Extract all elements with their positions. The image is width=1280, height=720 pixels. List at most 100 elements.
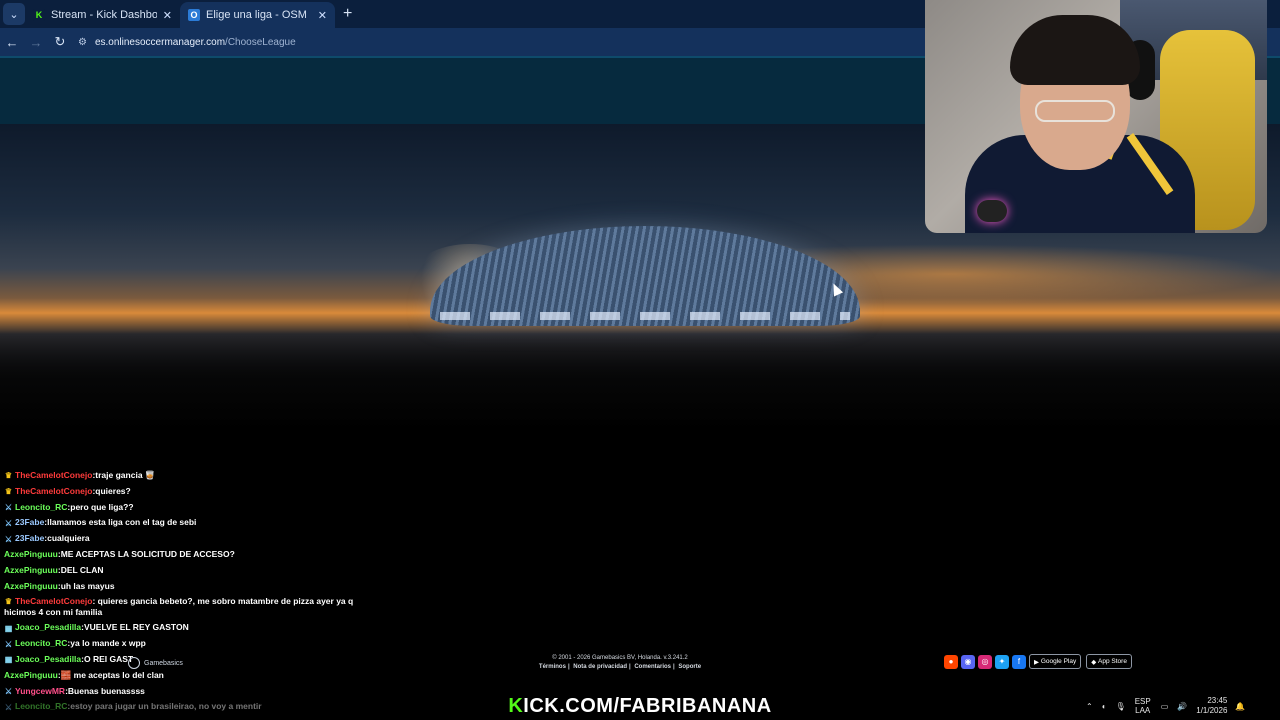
- tab-close-icon[interactable]: ✕: [318, 9, 327, 22]
- tab-title: Elige una liga - OSM: [206, 9, 307, 21]
- chat-message: ♛ TheCamelotConejo: quieres gancia bebeto…: [0, 594, 360, 620]
- kick-channel-text: KICK.COM/FABRIBANANA: [508, 695, 771, 718]
- clock-date: 1/1/2026: [1196, 706, 1228, 715]
- crown-icon: ♛: [4, 487, 13, 497]
- chat-message: ⚔ 23Fabe: llamamos esta liga con el tag d…: [0, 515, 360, 531]
- sword-icon: ⚔: [4, 502, 13, 512]
- notifications-icon[interactable]: 🔔: [1235, 702, 1245, 711]
- apple-icon: ◆: [1091, 658, 1099, 666]
- footer-copyright: © 2001 - 2026 Gamebasics BV, Holanda. v.…: [552, 655, 688, 661]
- sword-icon: ⚔: [4, 518, 13, 528]
- sword-icon: ⚔: [4, 702, 13, 712]
- footer-link-support[interactable]: Soporte: [678, 664, 701, 670]
- chat-message: ♛ TheCamelotConejo: traje gancia 🥃: [0, 468, 360, 484]
- clock[interactable]: 23:45 1/1/2026: [1196, 696, 1227, 716]
- url-field[interactable]: ⚙ es.onlinesoccermanager.com /ChooseLeag…: [78, 31, 296, 53]
- twitter-icon[interactable]: ✦: [995, 654, 1009, 669]
- tab-osm[interactable]: O Elige una liga - OSM ✕: [180, 2, 335, 28]
- app-tray-icon[interactable]: ◐: [1102, 702, 1107, 711]
- new-tab-icon[interactable]: +: [343, 5, 352, 23]
- footer-links: Términos | Nota de privacidad | Comentario…: [538, 664, 702, 670]
- facebook-icon[interactable]: f: [1012, 654, 1026, 669]
- chat-message-text: O REI GAST: [84, 653, 134, 664]
- back-arrow-icon[interactable]: ←: [0, 35, 24, 50]
- chat-message-text: cualquiera: [47, 533, 90, 544]
- tab-search-chevron-icon[interactable]: ⌄: [3, 3, 25, 25]
- chat-username[interactable]: TheCamelotConejo: [15, 468, 92, 484]
- chat-username[interactable]: TheCamelotConejo: [15, 484, 92, 500]
- footer-link-feedback[interactable]: Comentarios: [634, 664, 671, 670]
- footer-link-privacy[interactable]: Nota de privacidad: [573, 664, 627, 670]
- google-play-badge[interactable]: ▶ Google Play: [1029, 654, 1082, 669]
- chat-message-text: ME ACEPTAS LA SOLICITUD DE ACCESO?: [60, 548, 235, 559]
- app-store-label: App Store: [1098, 658, 1127, 665]
- sword-icon: ⚔: [4, 639, 13, 649]
- sword-icon: ⚔: [4, 686, 13, 696]
- tab-title: Stream - Kick Dashboard: [51, 9, 157, 21]
- chat-username[interactable]: AzxePinguuu: [4, 579, 58, 595]
- webcam-overlay: [925, 0, 1267, 233]
- system-tray: ⌃ ◐ 🎙 ESP LAA ▭ 🔊 23:45 1/1/2026 🔔: [1086, 692, 1280, 720]
- instagram-icon[interactable]: ◎: [978, 654, 992, 669]
- reddit-icon[interactable]: ●: [944, 654, 958, 669]
- volume-icon[interactable]: 🔊: [1177, 702, 1187, 711]
- chat-username[interactable]: TheCamelotConejo: [15, 596, 92, 606]
- footer-link-terms[interactable]: Términos: [539, 664, 566, 670]
- chat-username[interactable]: AzxePinguuu: [4, 547, 58, 563]
- chat-message-text: ya lo mande x wpp: [70, 638, 146, 649]
- osm-favicon-icon: O: [188, 9, 200, 21]
- chat-username[interactable]: YungcewMR: [15, 684, 65, 700]
- chat-message-text: VUELVE EL REY GASTON: [84, 622, 189, 633]
- social-links: ● ◉ ◎ ✦ f ▶ Google Play ◆ App Store: [944, 654, 1137, 669]
- stream-chat-overlay: ♛ TheCamelotConejo: traje gancia 🥃 ♛ TheCam…: [0, 468, 360, 715]
- chat-message: ⚔ Leoncito_RC: ya lo mande x wpp: [0, 636, 360, 652]
- forward-arrow-icon[interactable]: →: [24, 35, 48, 50]
- app-store-badge[interactable]: ◆ App Store: [1086, 654, 1132, 669]
- kick-url-rest: ICK.COM/FABRIBANANA: [523, 694, 772, 717]
- tab-kick-dashboard[interactable]: K Stream - Kick Dashboard ✕: [25, 2, 180, 28]
- chat-message: AzxePinguuu: uh las mayus: [0, 579, 360, 595]
- chat-username[interactable]: Leoncito_RC: [15, 699, 67, 715]
- crown-icon: ♛: [4, 597, 13, 607]
- chat-message: ⚔ YungcewMR: Buenas buenassss: [0, 684, 360, 700]
- chat-message-text: uh las mayus: [60, 580, 115, 591]
- chat-message: ⚔ Leoncito_RC: estoy para jugar un brasil…: [0, 699, 360, 715]
- gamebasics-mark-icon: [128, 657, 140, 669]
- chat-message: AzxePinguuu: ME ACEPTAS LA SOLICITUD DE …: [0, 547, 360, 563]
- chat-message-text: traje gancia 🥃: [95, 470, 156, 480]
- reload-icon[interactable]: ↻: [48, 34, 72, 50]
- kick-channel-overlay: KICK.COM/FABRIBANANA: [508, 692, 771, 720]
- chat-message-text: 🧱 me aceptas lo del clan: [60, 669, 164, 680]
- chat-username[interactable]: 23Fabe: [15, 531, 44, 547]
- chat-username[interactable]: AzxePinguuu: [4, 668, 58, 684]
- chat-username[interactable]: Joaco_Pesadilla: [15, 620, 81, 636]
- chat-message-text: DEL CLAN: [60, 564, 104, 575]
- chat-username[interactable]: AzxePinguuu: [4, 563, 58, 579]
- lang-bottom: LAA: [1135, 706, 1151, 715]
- google-play-icon: ▶: [1034, 658, 1041, 666]
- lang-top: ESP: [1134, 697, 1151, 706]
- network-icon[interactable]: ▭: [1161, 702, 1169, 711]
- discord-icon[interactable]: ◉: [961, 654, 975, 669]
- keyboard-language[interactable]: ESP LAA: [1135, 697, 1151, 715]
- chat-username[interactable]: 23Fabe: [15, 515, 44, 531]
- chat-username[interactable]: Leoncito_RC: [15, 636, 67, 652]
- chat-message: AzxePinguuu: DEL CLAN: [0, 563, 360, 579]
- chat-username[interactable]: Leoncito_RC: [15, 500, 67, 516]
- chevron-up-icon[interactable]: ⌃: [1086, 702, 1093, 711]
- microphone-icon[interactable]: 🎙: [1116, 702, 1126, 711]
- chat-message-text: pero que liga??: [70, 501, 134, 512]
- clock-time: 23:45: [1207, 696, 1228, 705]
- microphone: [977, 200, 1007, 222]
- box-icon: ▦: [4, 655, 13, 665]
- chat-username[interactable]: Joaco_Pesadilla: [15, 652, 81, 668]
- treeline-shadow: [0, 330, 1280, 430]
- glasses: [1035, 100, 1115, 122]
- tab-close-icon[interactable]: ✕: [163, 9, 172, 22]
- site-info-icon[interactable]: ⚙: [78, 37, 87, 48]
- chat-message-text: Buenas buenassss: [67, 685, 145, 696]
- stadium-lights: [440, 312, 850, 320]
- chat-message: ⚔ Leoncito_RC: pero que liga??: [0, 500, 360, 516]
- sword-icon: ⚔: [4, 534, 13, 544]
- crown-icon: ♛: [4, 471, 13, 481]
